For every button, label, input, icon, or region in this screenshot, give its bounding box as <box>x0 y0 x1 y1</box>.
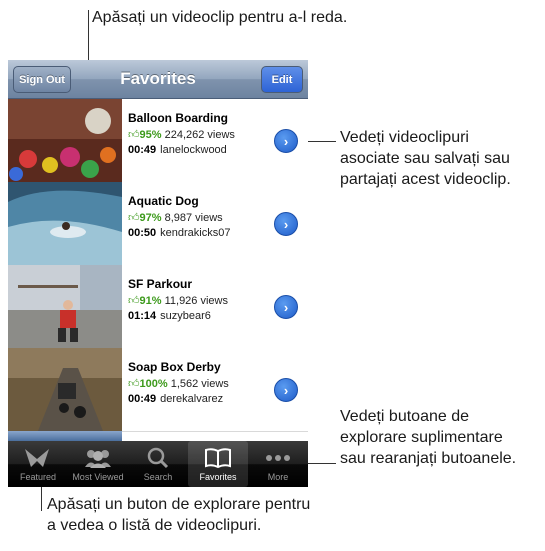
video-title: Balloon Boarding <box>128 111 228 125</box>
video-rating: 95% <box>139 129 162 141</box>
video-stats: 👍︎91% 11,926 views <box>128 294 278 307</box>
phone-screen: Sign Out Favorites Edit Balloon Boarding… <box>8 60 308 487</box>
video-rating: 97% <box>139 212 162 224</box>
video-views: 224,262 views <box>164 129 235 141</box>
video-views: 8,987 views <box>164 212 223 224</box>
search-icon <box>146 446 170 470</box>
tab-most-viewed[interactable]: Most Viewed <box>68 441 128 487</box>
video-thumbnail[interactable] <box>8 265 122 348</box>
tab-more[interactable]: More <box>248 441 308 487</box>
video-user: kendrakicks07 <box>160 227 231 239</box>
video-views: 11,926 views <box>164 295 228 307</box>
callout-tap-video: Apăsați un videoclip pentru a-l reda. <box>92 9 348 26</box>
video-meta: 00:49 derekalvarez <box>128 393 278 405</box>
video-views: 1,562 views <box>170 378 229 390</box>
video-user: suzybear6 <box>160 310 211 322</box>
tab-label: Search <box>143 472 173 482</box>
video-duration: 00:49 <box>128 144 157 156</box>
video-info: SF Parkour 👍︎91% 11,926 views 01:14 suzyb… <box>128 277 278 322</box>
video-stats: 👍︎100% 1,562 views <box>128 377 278 390</box>
video-user: derekalvarez <box>160 393 224 405</box>
tab-label: Featured <box>19 472 57 482</box>
thumbs-up-icon: 👍︎ <box>128 295 140 307</box>
tab-favorites[interactable]: Favorites <box>188 441 248 487</box>
tab-label: Most Viewed <box>72 472 124 482</box>
callout-browse-button: Apăsați un buton de explorare pentru a v… <box>47 496 311 534</box>
tab-featured[interactable]: Featured <box>8 441 68 487</box>
video-row[interactable]: Soap Box Derby 👍︎100% 1,562 views 00:49 d… <box>8 348 308 432</box>
video-stats: 👍︎95% 224,262 views <box>128 128 278 141</box>
video-thumbnail[interactable] <box>8 182 122 265</box>
video-row[interactable]: SF Parkour 👍︎91% 11,926 views 01:14 suzyb… <box>8 265 308 349</box>
tab-bar: Featured Most Viewed Search Favorites Mo… <box>8 441 308 487</box>
edit-button[interactable]: Edit <box>261 66 303 93</box>
video-title: Soap Box Derby <box>128 360 221 374</box>
thumbs-up-icon: 👍︎ <box>128 378 140 390</box>
disclosure-button[interactable]: › <box>274 295 298 319</box>
video-duration: 01:14 <box>128 310 157 322</box>
video-info: Aquatic Dog 👍︎97% 8,987 views 00:50 kendr… <box>128 194 278 239</box>
featured-icon <box>23 446 53 470</box>
video-title: SF Parkour <box>128 277 193 291</box>
video-meta: 00:49 lanelockwood <box>128 144 278 156</box>
tab-label: Favorites <box>199 472 237 482</box>
more-dots-icon <box>263 446 293 470</box>
video-thumbnail[interactable] <box>8 99 122 182</box>
disclosure-button[interactable]: › <box>274 378 298 402</box>
tab-search[interactable]: Search <box>128 441 188 487</box>
thumbs-up-icon: 👍︎ <box>128 129 140 141</box>
video-user: lanelockwood <box>160 144 227 156</box>
callout-related-videos: Vedeți videoclipuri asociate sau salvați… <box>340 129 511 188</box>
video-rating: 91% <box>139 295 162 307</box>
video-meta: 01:14 suzybear6 <box>128 310 278 322</box>
video-title: Aquatic Dog <box>128 194 199 208</box>
video-thumbnail[interactable] <box>8 348 122 431</box>
video-meta: 00:50 kendrakicks07 <box>128 227 278 239</box>
video-duration: 00:49 <box>128 393 157 405</box>
partial-video-thumbnail <box>8 431 122 441</box>
disclosure-button[interactable]: › <box>274 212 298 236</box>
tab-label: More <box>267 472 289 482</box>
thumbs-up-icon: 👍︎ <box>128 212 140 224</box>
disclosure-button[interactable]: › <box>274 129 298 153</box>
video-row[interactable]: Aquatic Dog 👍︎97% 8,987 views 00:50 kendr… <box>8 182 308 266</box>
most-viewed-icon <box>82 446 114 470</box>
navigation-bar: Sign Out Favorites Edit <box>8 60 308 99</box>
video-stats: 👍︎97% 8,987 views <box>128 211 278 224</box>
callout-more-buttons: Vedeți butoane de explorare suplimentare… <box>340 408 517 467</box>
video-row[interactable]: Balloon Boarding 👍︎95% 224,262 views 00:… <box>8 99 308 183</box>
video-info: Balloon Boarding 👍︎95% 224,262 views 00:… <box>128 111 278 156</box>
video-duration: 00:50 <box>128 227 157 239</box>
video-info: Soap Box Derby 👍︎100% 1,562 views 00:49 d… <box>128 360 278 405</box>
favorites-book-icon <box>204 446 232 470</box>
video-rating: 100% <box>139 378 168 390</box>
